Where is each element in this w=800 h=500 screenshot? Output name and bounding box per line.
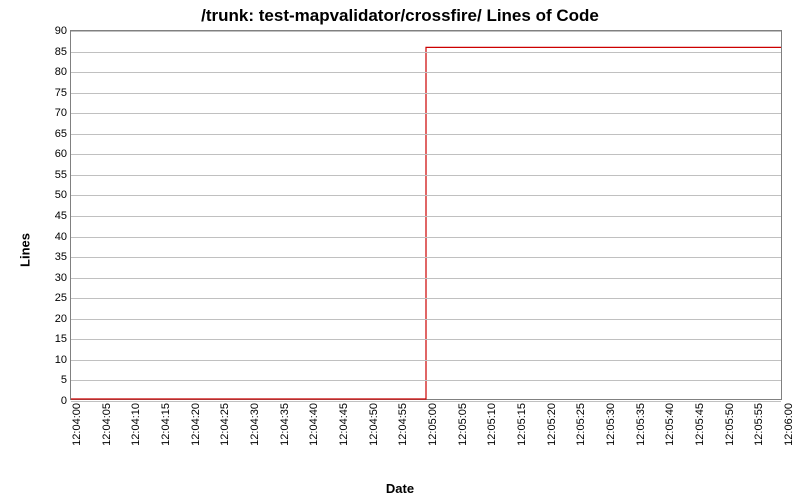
x-tick-label: 12:05:35 xyxy=(635,403,647,446)
gridline-h xyxy=(71,52,781,53)
y-tick-label: 75 xyxy=(55,87,67,99)
x-tick-label: 12:05:25 xyxy=(575,403,587,446)
x-tick-label: 12:05:15 xyxy=(516,403,528,446)
data-line xyxy=(71,31,781,399)
x-tick-label: 12:05:00 xyxy=(427,403,439,446)
x-tick-label: 12:05:55 xyxy=(753,403,765,446)
x-tick-label: 12:06:00 xyxy=(783,403,795,446)
y-tick-label: 10 xyxy=(55,354,67,366)
y-tick-label: 0 xyxy=(61,395,67,407)
x-tick-label: 12:05:40 xyxy=(664,403,676,446)
gridline-h xyxy=(71,319,781,320)
x-tick-label: 12:05:20 xyxy=(546,403,558,446)
x-tick-label: 12:04:05 xyxy=(101,403,113,446)
gridline-h xyxy=(71,93,781,94)
gridline-h xyxy=(71,154,781,155)
x-tick-label: 12:05:30 xyxy=(605,403,617,446)
y-tick-label: 15 xyxy=(55,333,67,345)
x-tick-label: 12:04:15 xyxy=(160,403,172,446)
gridline-h xyxy=(71,134,781,135)
gridline-h xyxy=(71,195,781,196)
gridline-h xyxy=(71,339,781,340)
y-tick-label: 5 xyxy=(61,374,67,386)
x-axis-label: Date xyxy=(0,481,800,496)
y-tick-label: 85 xyxy=(55,46,67,58)
gridline-h xyxy=(71,401,781,402)
y-tick-label: 80 xyxy=(55,66,67,78)
x-tick-label: 12:04:10 xyxy=(130,403,142,446)
gridline-h xyxy=(71,72,781,73)
y-tick-label: 65 xyxy=(55,128,67,140)
gridline-h xyxy=(71,216,781,217)
x-tick-label: 12:04:35 xyxy=(279,403,291,446)
y-tick-label: 50 xyxy=(55,189,67,201)
y-tick-label: 60 xyxy=(55,148,67,160)
gridline-h xyxy=(71,31,781,32)
x-tick-label: 12:04:45 xyxy=(338,403,350,446)
y-tick-label: 35 xyxy=(55,251,67,263)
gridline-h xyxy=(71,237,781,238)
y-tick-label: 70 xyxy=(55,107,67,119)
y-tick-label: 30 xyxy=(55,272,67,284)
gridline-h xyxy=(71,113,781,114)
plot-area: 05101520253035404550556065707580859012:0… xyxy=(70,30,782,400)
x-tick-label: 12:05:10 xyxy=(486,403,498,446)
x-tick-label: 12:05:05 xyxy=(457,403,469,446)
y-tick-label: 90 xyxy=(55,25,67,37)
gridline-h xyxy=(71,360,781,361)
gridline-h xyxy=(71,175,781,176)
x-tick-label: 12:04:25 xyxy=(219,403,231,446)
chart-container: /trunk: test-mapvalidator/crossfire/ Lin… xyxy=(0,0,800,500)
y-tick-label: 45 xyxy=(55,210,67,222)
x-tick-label: 12:05:50 xyxy=(724,403,736,446)
x-tick-label: 12:04:55 xyxy=(397,403,409,446)
x-tick-label: 12:05:45 xyxy=(694,403,706,446)
x-tick-label: 12:04:00 xyxy=(71,403,83,446)
y-tick-label: 25 xyxy=(55,292,67,304)
y-tick-label: 55 xyxy=(55,169,67,181)
y-tick-label: 40 xyxy=(55,231,67,243)
x-tick-label: 12:04:30 xyxy=(249,403,261,446)
gridline-h xyxy=(71,380,781,381)
x-tick-label: 12:04:20 xyxy=(190,403,202,446)
y-axis-label: Lines xyxy=(17,233,32,267)
x-tick-label: 12:04:50 xyxy=(368,403,380,446)
gridline-h xyxy=(71,278,781,279)
y-tick-label: 20 xyxy=(55,313,67,325)
chart-title: /trunk: test-mapvalidator/crossfire/ Lin… xyxy=(0,6,800,26)
gridline-h xyxy=(71,298,781,299)
x-tick-label: 12:04:40 xyxy=(308,403,320,446)
gridline-h xyxy=(71,257,781,258)
